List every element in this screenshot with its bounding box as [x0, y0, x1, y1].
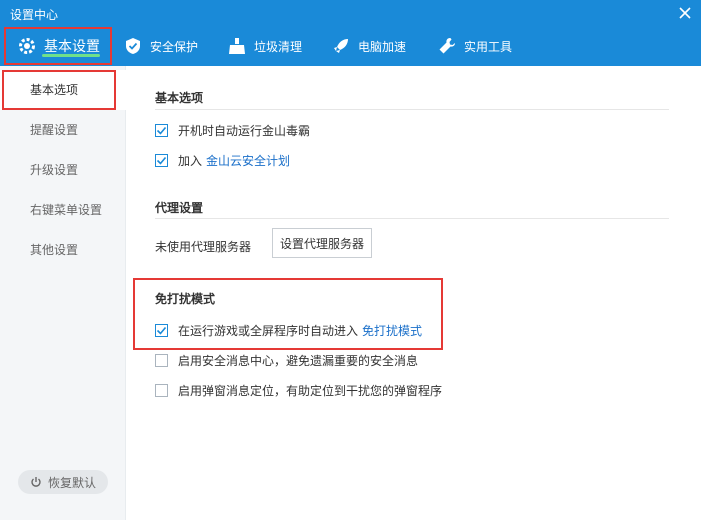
join-cloud-option[interactable]: 加入 金山云安全计划	[155, 151, 290, 169]
title-bar: 设置中心 基本设置 安全保护 垃圾清理 电脑加速 实用工具	[0, 0, 701, 66]
set-proxy-button[interactable]: 设置代理服务器	[272, 228, 372, 258]
wrench-icon	[438, 37, 456, 55]
tab-cleanup[interactable]: 垃圾清理	[228, 26, 302, 66]
close-icon	[679, 7, 691, 19]
main-panel: 基本选项 开机时自动运行金山毒霸 加入 金山云安全计划 代理设置 未使用代理服务…	[127, 66, 701, 520]
sidebar-item-upgrade[interactable]: 升级设置	[0, 150, 126, 190]
power-icon	[30, 476, 42, 488]
autostart-label: 开机时自动运行金山毒霸	[178, 123, 311, 138]
message-center-option[interactable]: 启用安全消息中心，避免遗漏重要的安全消息	[155, 351, 418, 369]
tab-label: 电脑加速	[358, 39, 407, 54]
message-center-checkbox[interactable]	[155, 353, 168, 367]
message-center-label: 启用安全消息中心，避免遗漏重要的安全消息	[178, 353, 419, 368]
divider	[155, 218, 669, 219]
restore-label: 恢复默认	[47, 475, 96, 490]
auto-dnd-option[interactable]: 在运行游戏或全屏程序时自动进入 免打扰模式	[155, 321, 422, 339]
popup-locate-checkbox[interactable]	[155, 383, 168, 397]
top-tabs: 基本设置 安全保护 垃圾清理 电脑加速 实用工具	[0, 26, 701, 66]
tab-tools[interactable]: 实用工具	[438, 26, 512, 66]
autostart-option[interactable]: 开机时自动运行金山毒霸	[155, 121, 310, 139]
section-title-proxy: 代理设置	[155, 201, 204, 215]
tab-speedup[interactable]: 电脑加速	[332, 26, 406, 66]
popup-locate-label: 启用弹窗消息定位，有助定位到干扰您的弹窗程序	[178, 383, 443, 398]
tab-label: 垃圾清理	[254, 39, 303, 54]
autostart-checkbox[interactable]	[155, 123, 168, 137]
tab-label: 实用工具	[464, 39, 513, 54]
popup-locate-option[interactable]: 启用弹窗消息定位，有助定位到干扰您的弹窗程序	[155, 381, 442, 399]
sidebar-item-context-menu[interactable]: 右键菜单设置	[0, 190, 126, 230]
highlight-box	[133, 278, 443, 350]
sidebar-item-reminder[interactable]: 提醒设置	[0, 110, 126, 150]
cloud-security-plan-link[interactable]: 金山云安全计划	[206, 152, 290, 169]
join-cloud-label: 加入	[178, 153, 203, 168]
tab-label: 基本设置	[44, 39, 100, 55]
join-cloud-checkbox[interactable]	[155, 153, 168, 167]
close-button[interactable]	[675, 4, 695, 24]
gear-icon	[18, 37, 36, 55]
tab-label: 安全保护	[150, 39, 199, 54]
auto-dnd-checkbox[interactable]	[155, 323, 168, 337]
tab-basic-settings[interactable]: 基本设置	[4, 27, 112, 65]
broom-icon	[228, 37, 246, 55]
sidebar: 基本选项 提醒设置 升级设置 右键菜单设置 其他设置 恢复默认	[0, 66, 126, 520]
dnd-mode-link[interactable]: 免打扰模式	[362, 322, 422, 339]
sidebar-item-other[interactable]: 其他设置	[0, 230, 126, 270]
check-icon	[156, 156, 167, 165]
divider	[155, 109, 669, 110]
restore-defaults-button[interactable]: 恢复默认	[18, 470, 108, 494]
check-icon	[156, 326, 167, 335]
section-title-basic: 基本选项	[155, 91, 204, 105]
proxy-status: 未使用代理服务器	[155, 240, 252, 254]
window-title: 设置中心	[10, 8, 59, 22]
tab-security[interactable]: 安全保护	[124, 26, 198, 66]
auto-dnd-label: 在运行游戏或全屏程序时自动进入	[178, 323, 359, 338]
shield-icon	[124, 37, 142, 55]
sidebar-item-basic-options[interactable]: 基本选项	[0, 70, 126, 110]
rocket-icon	[332, 37, 350, 55]
check-icon	[156, 126, 167, 135]
section-title-dnd: 免打扰模式	[155, 292, 216, 306]
